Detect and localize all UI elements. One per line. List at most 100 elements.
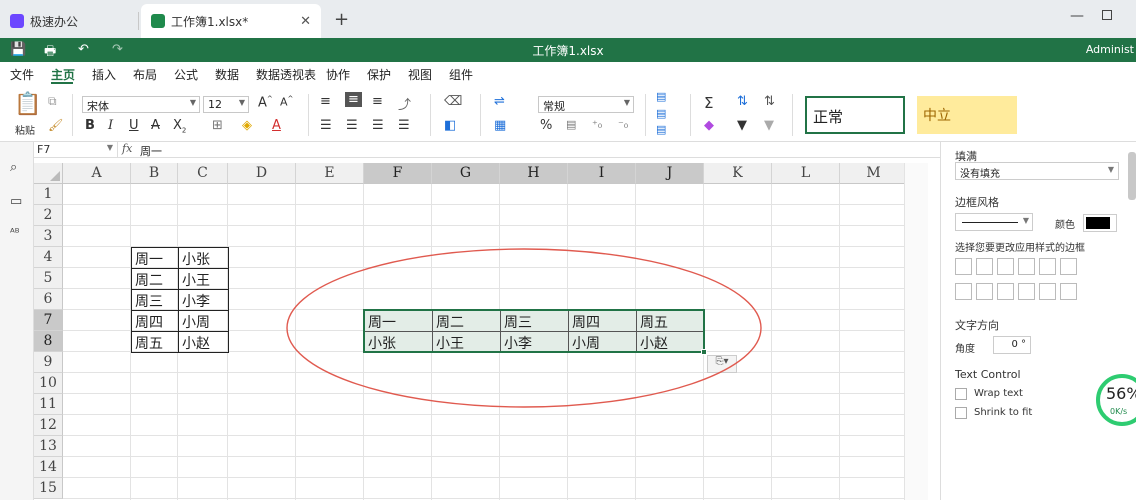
align-bottom-icon[interactable]: ≡ bbox=[372, 94, 383, 109]
row-header[interactable]: 11 bbox=[34, 394, 63, 415]
clear-icon[interactable]: ⌫ bbox=[444, 94, 462, 109]
border-color-picker[interactable] bbox=[1083, 214, 1117, 232]
format-cells-icon[interactable]: ▤ bbox=[656, 123, 666, 136]
column-header[interactable]: F bbox=[364, 163, 432, 184]
clear-format-icon[interactable]: ◆ bbox=[704, 118, 714, 133]
tab-jisu-office[interactable]: 极速办公 bbox=[0, 4, 137, 38]
style-normal[interactable]: 正常 bbox=[805, 96, 905, 134]
fill-select[interactable]: 没有填充 ▼ bbox=[955, 162, 1119, 180]
copy-icon[interactable]: ⧉ bbox=[48, 94, 57, 109]
increase-font-icon[interactable]: A^ bbox=[258, 95, 273, 110]
vertical-scrollbar[interactable] bbox=[904, 163, 928, 500]
align-middle-icon[interactable]: ≡ bbox=[345, 92, 362, 107]
sort-asc-icon[interactable]: ⇅ bbox=[737, 94, 748, 109]
minimize-window-button[interactable]: — bbox=[1070, 8, 1084, 24]
row-header[interactable]: 8 bbox=[34, 331, 63, 352]
function-icon[interactable]: fx bbox=[122, 142, 132, 155]
decimal-increase-icon[interactable]: ⁺₀ bbox=[592, 118, 602, 131]
border-hcenter-icon[interactable] bbox=[1039, 283, 1056, 300]
menu-data[interactable]: 数据 bbox=[215, 66, 239, 83]
decrease-font-icon[interactable]: A^ bbox=[280, 95, 293, 109]
spellcheck-icon[interactable]: ᴬᴮ bbox=[10, 226, 20, 239]
menu-components[interactable]: 组件 bbox=[449, 66, 473, 83]
table-cell[interactable]: 周一 bbox=[131, 247, 179, 269]
menu-protect[interactable]: 保护 bbox=[367, 66, 391, 83]
table-cell[interactable]: 周三 bbox=[131, 289, 179, 311]
column-header[interactable]: L bbox=[772, 163, 840, 184]
column-header[interactable]: C bbox=[178, 163, 228, 184]
column-header[interactable]: K bbox=[704, 163, 772, 184]
column-header[interactable]: J bbox=[636, 163, 704, 184]
border-diag-down-icon[interactable] bbox=[1060, 258, 1077, 275]
italic-button[interactable]: I bbox=[108, 118, 113, 133]
sum-icon[interactable]: Σ bbox=[704, 94, 713, 112]
paste-options-icon[interactable]: ⎘▾ bbox=[707, 355, 737, 373]
merge-cells-icon[interactable]: ◧ bbox=[444, 118, 456, 133]
row-header[interactable]: 7 bbox=[34, 310, 63, 331]
select-all-corner[interactable] bbox=[34, 163, 63, 184]
border-line-select[interactable]: ▼ bbox=[955, 213, 1033, 231]
table-cell[interactable]: 周五 bbox=[131, 331, 179, 353]
text-orientation-icon[interactable]: ⤴ bbox=[398, 94, 411, 113]
column-header[interactable]: D bbox=[228, 163, 296, 184]
column-header[interactable]: A bbox=[63, 163, 131, 184]
column-header[interactable]: B bbox=[131, 163, 178, 184]
format-painter-icon[interactable]: 🖌 bbox=[48, 118, 63, 132]
row-header[interactable]: 14 bbox=[34, 457, 63, 478]
paste-icon[interactable]: 📋 bbox=[14, 92, 41, 117]
sort-desc-icon[interactable]: ⇅ bbox=[764, 94, 775, 109]
comment-icon[interactable]: ▭ bbox=[10, 194, 22, 209]
formula-input[interactable]: 周一 bbox=[140, 143, 162, 159]
style-neutral[interactable]: 中立 bbox=[917, 96, 1017, 134]
menu-pivot[interactable]: 数据透视表 bbox=[256, 66, 316, 83]
menu-layout[interactable]: 布局 bbox=[133, 66, 157, 83]
row-header[interactable]: 1 bbox=[34, 184, 63, 205]
border-left-icon[interactable] bbox=[955, 283, 972, 300]
number-format-select[interactable]: 常规 ▼ bbox=[538, 96, 634, 113]
font-size-select[interactable]: 12 ▼ bbox=[203, 96, 249, 113]
table-cell[interactable]: 小李 bbox=[178, 289, 229, 311]
accounting-icon[interactable]: ▤ bbox=[566, 118, 576, 131]
border-vcenter-icon[interactable] bbox=[976, 283, 993, 300]
border-all-icon[interactable] bbox=[955, 258, 972, 275]
border-outer-icon[interactable] bbox=[1018, 258, 1035, 275]
border-right-icon[interactable] bbox=[997, 283, 1014, 300]
row-header[interactable]: 10 bbox=[34, 373, 63, 394]
user-name[interactable]: Administ bbox=[1086, 43, 1134, 56]
tab-workbook[interactable]: 工作簿1.xlsx* ✕ bbox=[141, 4, 321, 38]
insert-cells-icon[interactable]: ▤ bbox=[656, 90, 666, 103]
percent-icon[interactable]: % bbox=[540, 118, 552, 133]
column-header[interactable]: M bbox=[840, 163, 904, 184]
decimal-decrease-icon[interactable]: ⁻₀ bbox=[618, 118, 628, 131]
row-header[interactable]: 5 bbox=[34, 268, 63, 289]
strikethrough-button[interactable]: A bbox=[151, 118, 160, 133]
table-cell[interactable]: 小王 bbox=[178, 268, 229, 290]
align-left-icon[interactable]: ☰ bbox=[320, 118, 332, 133]
wrap-icon[interactable]: ⇌ bbox=[494, 94, 505, 109]
align-top-icon[interactable]: ≡ bbox=[320, 94, 331, 109]
menu-insert[interactable]: 插入 bbox=[92, 66, 116, 83]
table-cell[interactable]: 周四 bbox=[131, 310, 179, 332]
font-color-icon[interactable]: A bbox=[272, 118, 281, 133]
border-bottom-icon[interactable] bbox=[1060, 283, 1077, 300]
menu-collab[interactable]: 协作 bbox=[326, 66, 350, 83]
row-header[interactable]: 3 bbox=[34, 226, 63, 247]
justify-icon[interactable]: ☰ bbox=[398, 118, 410, 133]
maximize-window-button[interactable] bbox=[1102, 10, 1112, 20]
menu-home[interactable]: 主页 bbox=[51, 66, 75, 83]
row-header[interactable]: 15 bbox=[34, 478, 63, 499]
column-header[interactable]: I bbox=[568, 163, 636, 184]
column-header[interactable]: H bbox=[500, 163, 568, 184]
clear-filter-icon[interactable]: ▼ bbox=[764, 118, 774, 133]
insert-table-icon[interactable]: ▦ bbox=[494, 118, 506, 133]
column-header[interactable]: E bbox=[296, 163, 364, 184]
underline-button[interactable]: U bbox=[129, 118, 139, 133]
new-tab-button[interactable]: + bbox=[334, 9, 349, 30]
table-cell[interactable]: 周二 bbox=[131, 268, 179, 290]
align-center-icon[interactable]: ☰ bbox=[346, 118, 358, 133]
border-diag-up-icon[interactable] bbox=[1039, 258, 1056, 275]
name-box[interactable]: F7 ▼ bbox=[34, 142, 118, 157]
close-tab-icon[interactable]: ✕ bbox=[300, 14, 311, 29]
panel-scrollbar-thumb[interactable] bbox=[1128, 152, 1136, 200]
row-header[interactable]: 9 bbox=[34, 352, 63, 373]
